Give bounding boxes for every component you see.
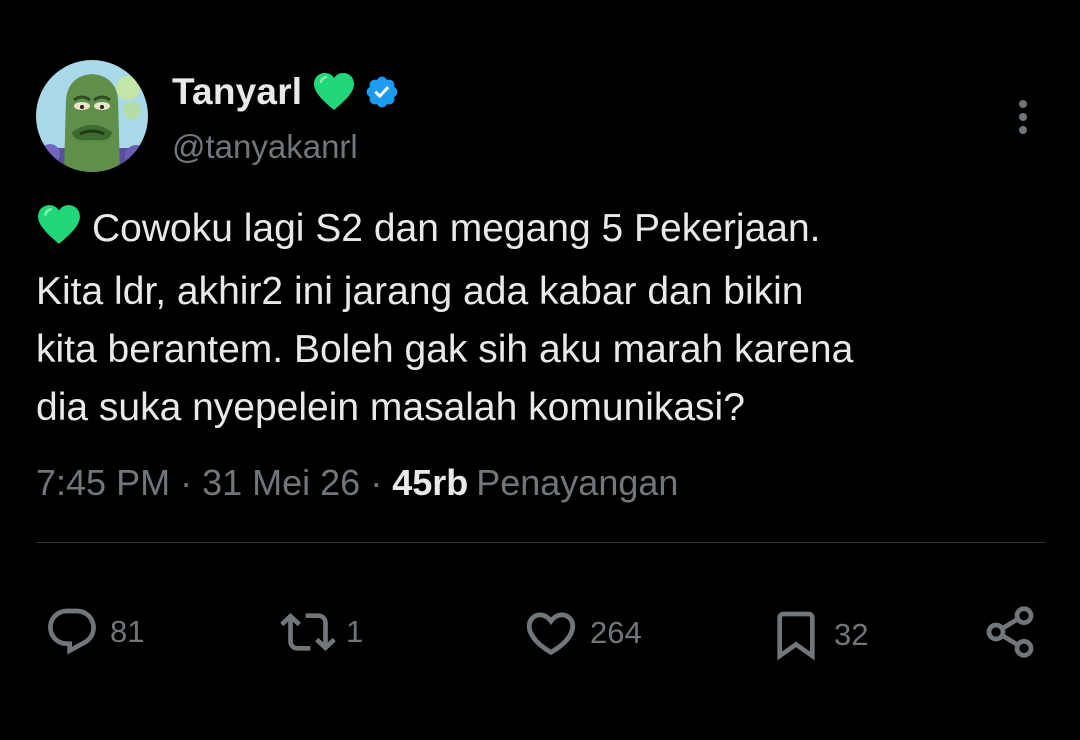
reply-icon xyxy=(48,608,96,655)
share-icon xyxy=(986,606,1034,658)
meta-separator: · xyxy=(370,462,383,503)
share-button[interactable] xyxy=(982,604,1038,660)
retweet-button[interactable]: 1 xyxy=(280,604,363,660)
reply-button[interactable]: 81 xyxy=(44,604,144,660)
like-count: 264 xyxy=(590,615,642,650)
more-options-icon[interactable] xyxy=(1006,98,1040,138)
green-heart-icon xyxy=(312,72,356,112)
tweet-detail: Tanyarl @tanyakanrl Cowoku lagi S2 dan m… xyxy=(0,0,1080,740)
retweet-icon xyxy=(280,613,336,651)
tweet-time[interactable]: 7:45 PM xyxy=(36,462,170,504)
reply-count: 81 xyxy=(110,614,145,649)
bookmark-count: 32 xyxy=(834,617,869,652)
bookmark-icon xyxy=(777,611,815,661)
retweet-count: 1 xyxy=(346,614,364,649)
author-handle[interactable]: @tanyakanrl xyxy=(172,128,358,166)
heart-icon xyxy=(526,612,576,656)
like-button[interactable]: 264 xyxy=(522,604,642,662)
tweet-date[interactable]: 31 Mei 26 xyxy=(202,462,360,504)
green-heart-icon xyxy=(36,204,82,263)
fish-character-avatar-icon xyxy=(36,60,148,172)
avatar[interactable] xyxy=(36,60,148,172)
meta-separator: · xyxy=(180,462,193,503)
views-count[interactable]: 45rb xyxy=(392,462,468,504)
verified-badge-icon[interactable] xyxy=(364,74,400,110)
tweet-body: Cowoku lagi S2 dan megang 5 Pekerjaan. K… xyxy=(36,207,854,429)
author-name-row: Tanyarl xyxy=(172,68,400,116)
bookmark-button[interactable]: 32 xyxy=(768,604,868,666)
tweet-text: Cowoku lagi S2 dan megang 5 Pekerjaan. K… xyxy=(36,200,1066,437)
views-label[interactable]: Penayangan xyxy=(476,462,678,504)
display-name[interactable]: Tanyarl xyxy=(172,71,302,113)
tweet-meta: 7:45 PM · 31 Mei 26 · 45rb Penayangan xyxy=(36,462,678,504)
divider xyxy=(36,542,1046,543)
